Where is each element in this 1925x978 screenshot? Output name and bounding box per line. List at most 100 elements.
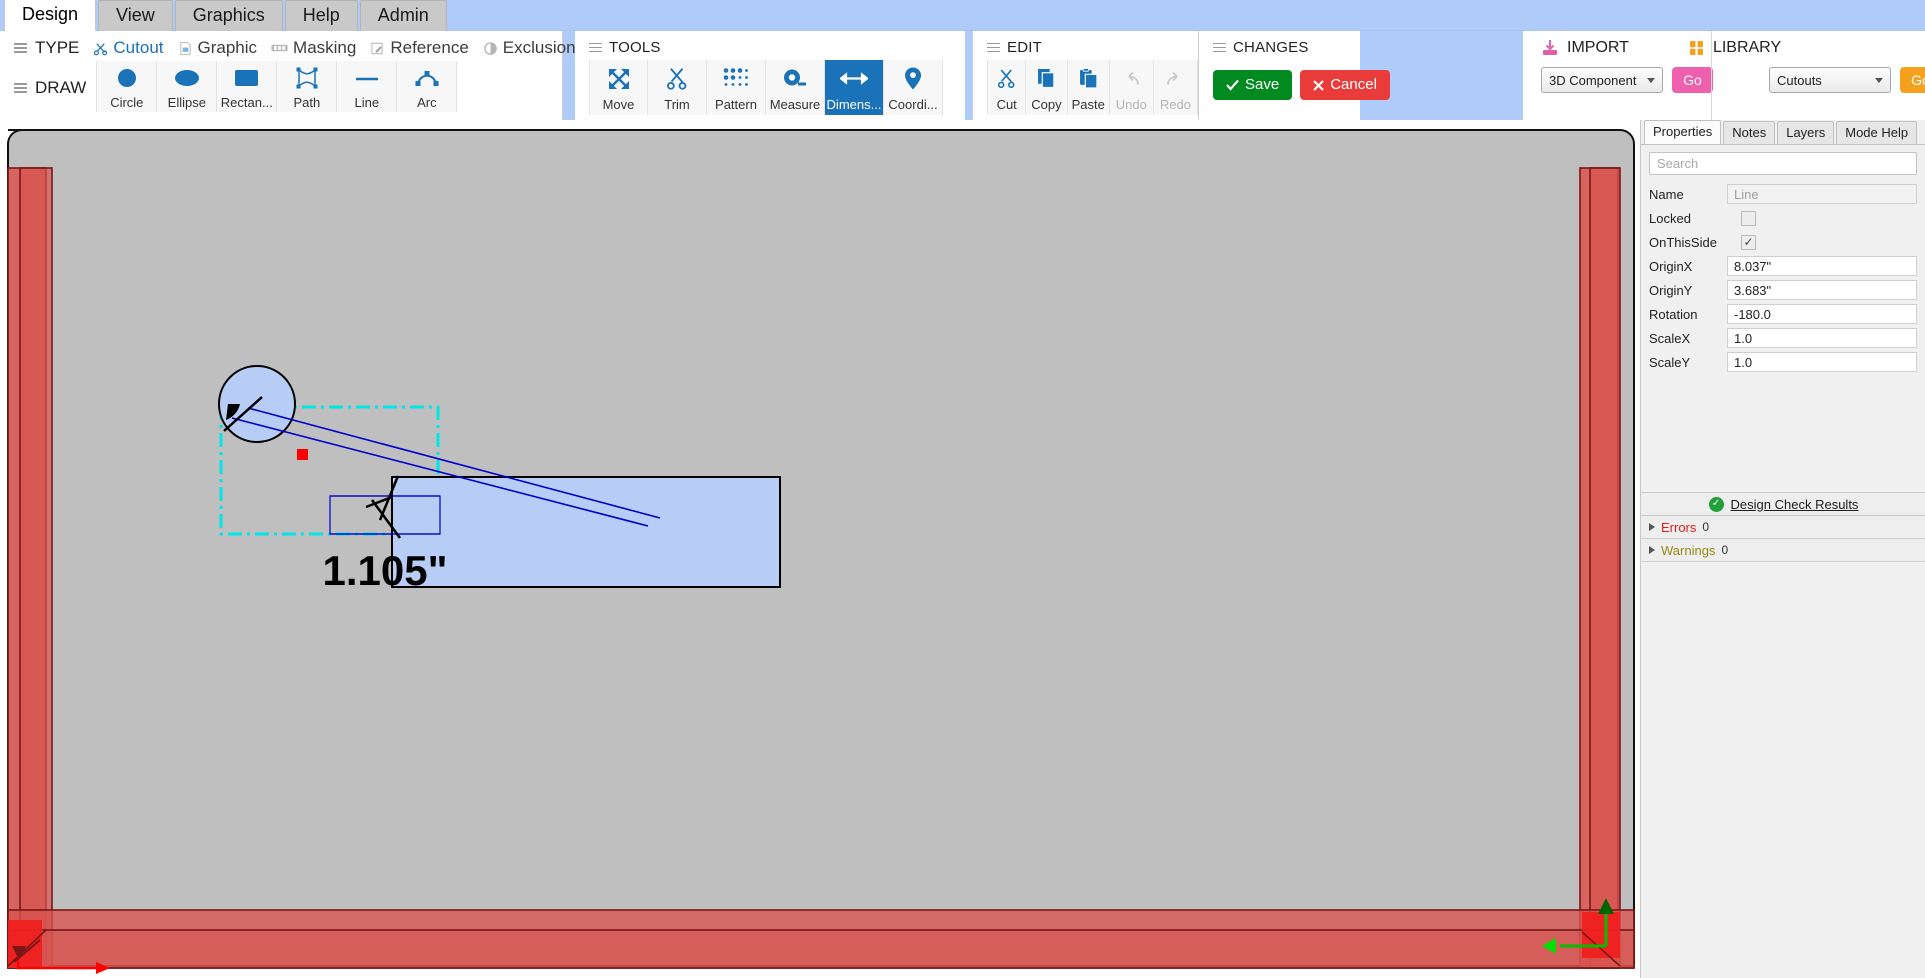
menu-handle-icon[interactable] xyxy=(14,43,27,53)
menu-tab-view[interactable]: View xyxy=(98,0,173,31)
tool-button-trim[interactable]: Trim xyxy=(648,60,707,115)
image-file-icon xyxy=(179,41,191,55)
draw-button-arc[interactable]: Arc xyxy=(397,61,458,112)
menu-tab-list: Design View Graphics Help Admin xyxy=(0,0,1925,31)
origin-handle[interactable] xyxy=(297,449,308,460)
tool-button-pattern[interactable]: Pattern xyxy=(707,60,766,115)
type-item-graphic[interactable]: Graphic xyxy=(178,38,257,58)
tool-button-measure[interactable]: Measure xyxy=(766,60,825,115)
design-check-row-warnings[interactable]: Warnings 0 xyxy=(1641,539,1925,562)
chevron-right-icon[interactable] xyxy=(1649,546,1655,554)
import-type-select[interactable]: 3D Component xyxy=(1541,67,1663,93)
menu-tab-admin[interactable]: Admin xyxy=(359,0,447,31)
half-circle-icon xyxy=(484,41,497,55)
type-item-reference-label: Reference xyxy=(390,38,469,57)
edit-button-undo-label: Undo xyxy=(1115,97,1147,112)
save-button[interactable]: Save xyxy=(1213,70,1293,100)
design-canvas[interactable]: 1.105" xyxy=(0,120,1640,978)
changes-group-title: CHANGES xyxy=(1233,39,1309,56)
tool-button-dimension-label: Dimens... xyxy=(826,97,882,112)
edit-button-copy[interactable]: Copy xyxy=(1026,60,1068,115)
design-check-title[interactable]: Design Check Results xyxy=(1731,497,1859,512)
panel-body xyxy=(7,129,1635,967)
edit-button-redo[interactable]: Redo xyxy=(1153,60,1198,115)
library-go-button[interactable]: Go xyxy=(1900,67,1925,93)
property-row-scalex: ScaleX xyxy=(1649,326,1917,350)
type-item-exclusion[interactable]: Exclusion xyxy=(483,38,576,58)
property-input-rotation[interactable] xyxy=(1727,304,1917,324)
tool-button-trim-label: Trim xyxy=(664,97,690,112)
menu-handle-icon[interactable] xyxy=(987,42,1000,53)
menu-tab-help[interactable]: Help xyxy=(284,0,358,31)
panel-tab-mode-help[interactable]: Mode Help xyxy=(1836,121,1918,144)
ribbon-group-tools: TOOLS Move Trim Pattern Measure Dimens..… xyxy=(575,31,965,120)
draw-row-label-wrap: DRAW xyxy=(14,78,86,98)
draw-button-ellipse[interactable]: Ellipse xyxy=(157,61,218,112)
type-item-cutout[interactable]: Cutout xyxy=(93,38,164,58)
property-input-scalex[interactable] xyxy=(1727,328,1917,348)
tool-button-dimension[interactable]: Dimens... xyxy=(825,60,884,115)
panel-tab-list: Properties Notes Layers Mode Help xyxy=(1641,120,1925,145)
property-input-originy[interactable] xyxy=(1727,280,1917,300)
property-row-originy: OriginY xyxy=(1649,278,1917,302)
property-input-scaley[interactable] xyxy=(1727,352,1917,372)
property-label-scalex: ScaleX xyxy=(1649,330,1691,346)
design-check-results: ✓ Design Check Results Errors 0 Warnings… xyxy=(1641,492,1925,562)
draw-button-line[interactable]: Line xyxy=(337,61,398,112)
menu-tab-design[interactable]: Design xyxy=(4,0,97,31)
property-input-originx[interactable] xyxy=(1727,256,1917,276)
import-library-headers: IMPORT LIBRARY xyxy=(1523,31,1925,57)
copy-icon xyxy=(1038,69,1055,89)
property-checkbox-locked[interactable] xyxy=(1741,210,1756,226)
draw-button-rectangle-label: Rectan... xyxy=(220,95,273,110)
library-type-select[interactable]: Cutouts xyxy=(1769,67,1891,93)
panel-tab-layers[interactable]: Layers xyxy=(1777,121,1835,144)
draw-button-line-label: Line xyxy=(354,95,380,110)
design-check-header[interactable]: ✓ Design Check Results xyxy=(1641,492,1925,516)
edit-button-undo[interactable]: Undo xyxy=(1109,60,1154,115)
ribbon-group-edit: EDIT Cut Copy Paste Undo Redo xyxy=(972,31,1198,120)
properties-panel: Properties Notes Layers Mode Help Name L… xyxy=(1640,120,1925,978)
property-input-name[interactable] xyxy=(1727,184,1917,204)
property-checkbox-onthisside[interactable]: ✓ xyxy=(1741,234,1756,250)
menu-handle-icon[interactable] xyxy=(14,83,27,93)
import-go-button[interactable]: Go xyxy=(1672,67,1713,93)
type-item-masking[interactable]: Masking xyxy=(271,38,356,58)
map-pin-icon xyxy=(905,67,921,90)
panel-tab-notes[interactable]: Notes xyxy=(1723,121,1776,144)
edit-button-redo-label: Redo xyxy=(1159,97,1191,112)
edit-button-cut[interactable]: Cut xyxy=(987,60,1027,115)
menu-tab-graphics[interactable]: Graphics xyxy=(174,0,283,31)
draw-button-rectangle[interactable]: Rectan... xyxy=(217,61,278,112)
search-input[interactable] xyxy=(1649,152,1917,175)
type-item-masking-label: Masking xyxy=(293,38,357,57)
draw-button-ellipse-label: Ellipse xyxy=(167,95,206,110)
design-check-errors-label: Errors xyxy=(1661,519,1697,535)
edit-button-list: Cut Copy Paste Undo Redo xyxy=(973,60,1198,115)
menu-handle-icon[interactable] xyxy=(1213,42,1226,53)
ellipse-icon xyxy=(174,61,200,95)
redo-arrow-icon xyxy=(1167,71,1179,85)
design-check-errors-count: 0 xyxy=(1702,520,1710,534)
line-icon xyxy=(354,61,380,95)
design-check-row-errors[interactable]: Errors 0 xyxy=(1641,516,1925,539)
changes-button-list: Save Cancel xyxy=(1199,56,1390,100)
canvas-drawing[interactable]: 1.105" xyxy=(0,120,1640,978)
draw-button-circle[interactable]: Circle xyxy=(97,61,158,112)
draw-row-label: DRAW xyxy=(35,78,87,97)
tool-button-move[interactable]: Move xyxy=(589,60,648,115)
import-type-select-value: 3D Component xyxy=(1549,72,1637,88)
type-item-reference[interactable]: Reference xyxy=(370,38,469,58)
edit-button-paste[interactable]: Paste xyxy=(1067,60,1110,115)
type-item-exclusion-label: Exclusion xyxy=(502,38,576,57)
rectangle-cutout-shape[interactable] xyxy=(391,476,781,588)
import-group-title-wrap: IMPORT xyxy=(1541,39,1629,57)
menu-handle-icon[interactable] xyxy=(589,42,602,53)
panel-tab-properties[interactable]: Properties xyxy=(1644,120,1722,144)
circle-icon xyxy=(116,61,138,95)
property-row-locked: Locked xyxy=(1649,206,1917,230)
chevron-right-icon[interactable] xyxy=(1649,523,1655,531)
tool-button-coordinate[interactable]: Coordi... xyxy=(884,60,943,115)
cancel-button[interactable]: Cancel xyxy=(1300,70,1390,100)
draw-button-path[interactable]: Path xyxy=(277,61,338,112)
